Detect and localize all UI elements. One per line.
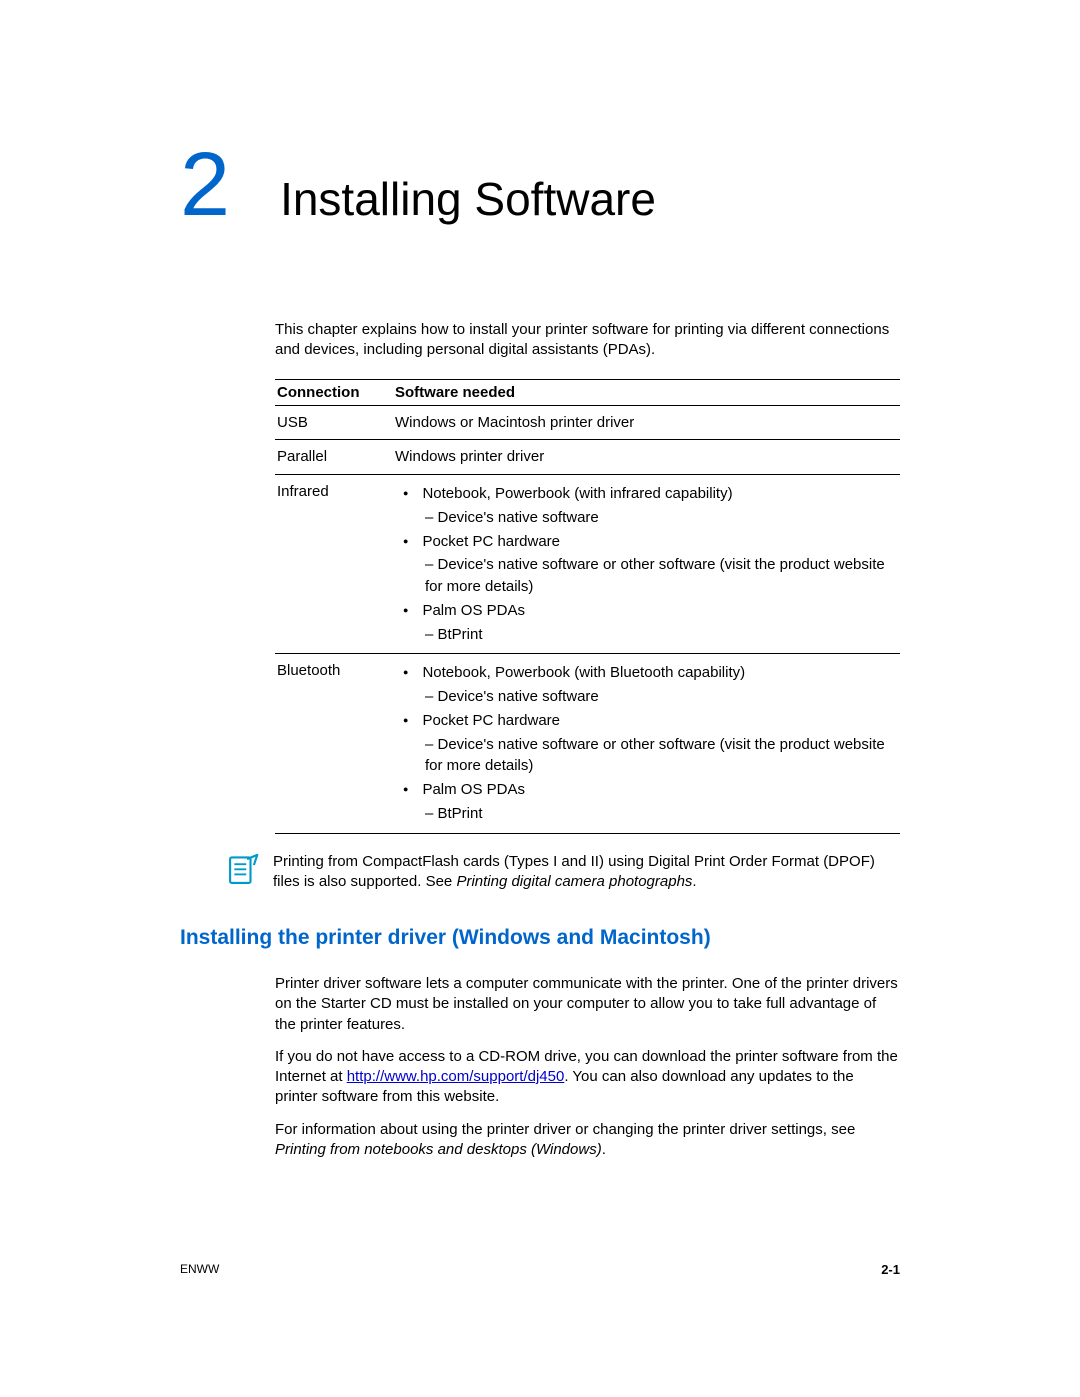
chapter-header: 2 Installing Software (180, 140, 900, 230)
table-header-software: Software needed (393, 379, 900, 405)
cell-connection: Bluetooth (275, 654, 393, 833)
note-text-part: . (692, 873, 696, 890)
note-block: Printing from CompactFlash cards (Types … (225, 852, 900, 893)
note-icon (225, 854, 259, 888)
page-footer: ENWW 2-1 (180, 1262, 900, 1277)
cell-connection: USB (275, 405, 393, 440)
cell-software: Notebook, Powerbook (with infrared capab… (393, 475, 900, 654)
paragraph-text: For information about using the printer … (275, 1121, 855, 1138)
list-item-sub: – Device's native software (425, 686, 894, 708)
list-item-text: Notebook, Powerbook (with Bluetooth capa… (422, 664, 745, 681)
list-item-sub: – Device's native software or other soft… (425, 734, 894, 778)
table-row: Infrared Notebook, Powerbook (with infra… (275, 475, 900, 654)
paragraph-text: . (602, 1141, 606, 1158)
cell-connection: Infrared (275, 475, 393, 654)
table-row: Bluetooth Notebook, Powerbook (with Blue… (275, 654, 900, 833)
paragraph-italic: Printing from notebooks and desktops (Wi… (275, 1141, 602, 1158)
footer-page-number: 2-1 (881, 1262, 900, 1277)
list-item-text: Notebook, Powerbook (with infrared capab… (422, 485, 732, 502)
list-item-sub: – BtPrint (425, 803, 894, 825)
table-row: USB Windows or Macintosh printer driver (275, 405, 900, 440)
note-text-italic: Printing digital camera photographs (456, 873, 692, 890)
list-item-text: Pocket PC hardware (422, 533, 560, 550)
footer-left: ENWW (180, 1262, 219, 1277)
cell-software: Windows printer driver (393, 440, 900, 475)
list-item-text: Pocket PC hardware (422, 712, 560, 729)
support-link[interactable]: http://www.hp.com/support/dj450 (347, 1068, 565, 1085)
connection-table: Connection Software needed USB Windows o… (275, 379, 900, 834)
list-item-text: Palm OS PDAs (422, 602, 525, 619)
chapter-number: 2 (180, 140, 230, 230)
list-item-sub: – Device's native software (425, 507, 894, 529)
chapter-title: Installing Software (280, 172, 656, 226)
cell-software: Notebook, Powerbook (with Bluetooth capa… (393, 654, 900, 833)
body-paragraph: If you do not have access to a CD-ROM dr… (275, 1047, 900, 1108)
cell-connection: Parallel (275, 440, 393, 475)
intro-paragraph: This chapter explains how to install you… (275, 320, 900, 361)
body-paragraph: For information about using the printer … (275, 1120, 900, 1161)
list-item-text: Palm OS PDAs (422, 781, 525, 798)
list-item-sub: – Device's native software or other soft… (425, 554, 894, 598)
note-text: Printing from CompactFlash cards (Types … (273, 852, 900, 893)
body-paragraph: Printer driver software lets a computer … (275, 974, 900, 1035)
table-header-connection: Connection (275, 379, 393, 405)
cell-software: Windows or Macintosh printer driver (393, 405, 900, 440)
table-row: Parallel Windows printer driver (275, 440, 900, 475)
section-heading: Installing the printer driver (Windows a… (180, 926, 900, 950)
list-item-sub: – BtPrint (425, 624, 894, 646)
